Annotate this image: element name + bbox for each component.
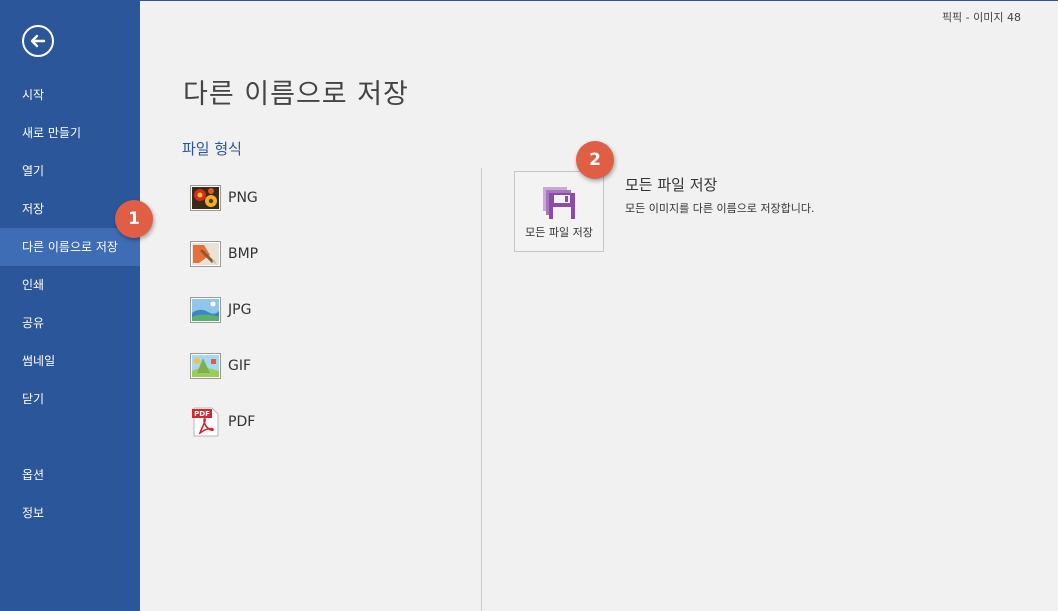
step-marker-2: 2 bbox=[576, 141, 614, 179]
format-label-bmp: BMP bbox=[228, 246, 259, 262]
vertical-divider bbox=[481, 168, 482, 611]
save-all-title: 모든 파일 저장 bbox=[625, 176, 718, 194]
format-item-pdf[interactable]: PDF PDF bbox=[190, 405, 430, 439]
format-label-png: PNG bbox=[228, 190, 258, 206]
step-marker-1: 1 bbox=[115, 200, 153, 238]
sidebar-item-open[interactable]: 열기 bbox=[0, 152, 140, 190]
back-button[interactable] bbox=[22, 25, 54, 57]
app-root: 시작 새로 만들기 열기 저장 다른 이름으로 저장 인쇄 공유 썸네일 닫기 … bbox=[0, 0, 1058, 611]
page-title: 다른 이름으로 저장 bbox=[183, 79, 409, 110]
sidebar: 시작 새로 만들기 열기 저장 다른 이름으로 저장 인쇄 공유 썸네일 닫기 … bbox=[0, 0, 140, 611]
sidebar-item-print[interactable]: 인쇄 bbox=[0, 266, 140, 304]
format-item-png[interactable]: PNG bbox=[190, 181, 430, 215]
section-title-file-format: 파일 형식 bbox=[182, 140, 242, 158]
sidebar-item-new[interactable]: 새로 만들기 bbox=[0, 114, 140, 152]
format-item-bmp[interactable]: BMP bbox=[190, 237, 430, 271]
save-all-floppy-icon bbox=[543, 187, 575, 219]
back-arrow-icon bbox=[30, 34, 46, 48]
format-item-jpg[interactable]: JPG bbox=[190, 293, 430, 327]
sidebar-item-share[interactable]: 공유 bbox=[0, 304, 140, 342]
sidebar-item-options[interactable]: 옵션 bbox=[0, 456, 140, 494]
png-image-icon bbox=[190, 185, 221, 211]
format-label-pdf: PDF bbox=[228, 414, 256, 430]
format-item-gif[interactable]: GIF bbox=[190, 349, 430, 383]
jpg-landscape-icon bbox=[190, 297, 221, 323]
window-title: 픽픽 - 이미지 48 bbox=[941, 11, 1021, 24]
bmp-paint-icon bbox=[190, 241, 221, 267]
sidebar-item-save-as[interactable]: 다른 이름으로 저장 bbox=[0, 228, 140, 266]
format-label-jpg: JPG bbox=[228, 302, 252, 318]
top-border bbox=[140, 0, 1058, 1]
save-all-files-button[interactable]: 모든 파일 저장 bbox=[514, 171, 604, 252]
format-label-gif: GIF bbox=[228, 358, 252, 374]
svg-text:PDF: PDF bbox=[194, 410, 210, 418]
sidebar-item-info[interactable]: 정보 bbox=[0, 494, 140, 532]
save-all-description: 모든 이미지를 다른 이름으로 저장합니다. bbox=[625, 202, 815, 215]
pdf-acrobat-icon: PDF bbox=[192, 407, 219, 437]
sidebar-item-thumbnail[interactable]: 썸네일 bbox=[0, 342, 140, 380]
sidebar-item-start[interactable]: 시작 bbox=[0, 76, 140, 114]
sidebar-item-close[interactable]: 닫기 bbox=[0, 380, 140, 418]
save-all-tile-label: 모든 파일 저장 bbox=[525, 226, 593, 239]
gif-image-icon bbox=[190, 353, 221, 379]
